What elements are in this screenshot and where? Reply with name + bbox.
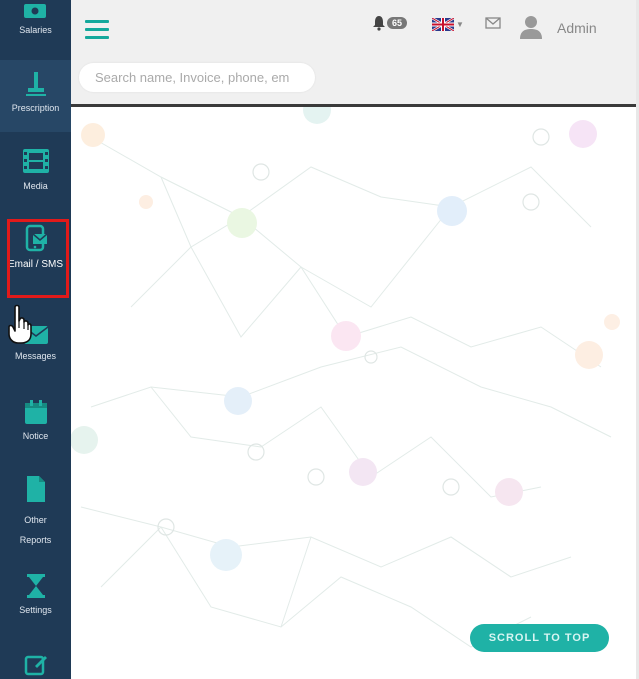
network-background <box>71 107 620 648</box>
notification-count-badge: 65 <box>387 17 408 29</box>
sidebar-item-settings[interactable]: Settings <box>0 570 71 630</box>
sidebar-item-label: Other Reports <box>19 515 52 545</box>
sidebar-item-label: Messages <box>14 351 57 361</box>
scroll-to-top-button[interactable]: SCROLL TO TOP <box>470 624 609 652</box>
sidebar-item-label: Prescription <box>11 103 60 113</box>
sidebar-item-edit[interactable] <box>0 648 71 679</box>
sidebar-item-label: Salaries <box>19 25 52 35</box>
bell-icon <box>373 16 385 31</box>
settings-icon <box>26 574 45 598</box>
prescription-icon <box>25 72 46 96</box>
admin-name[interactable]: Admin <box>557 20 597 36</box>
sidebar-item-media[interactable]: Media <box>0 140 71 200</box>
notification-bell[interactable]: 65 <box>372 14 408 32</box>
sidebar-item-salaries[interactable]: Salaries <box>0 0 71 56</box>
sidebar-item-label: Notice <box>22 431 49 441</box>
other-reports-icon <box>26 476 45 502</box>
user-avatar-icon[interactable] <box>519 14 543 40</box>
main-content: SCROLL TO TOP <box>71 107 636 679</box>
sidebar-item-prescription[interactable]: Prescription <box>0 60 71 132</box>
uk-flag-icon <box>432 18 454 31</box>
search-input[interactable] <box>79 63 315 92</box>
salaries-icon <box>23 4 46 18</box>
pointer-hand-icon <box>8 304 32 344</box>
sidebar-item-notice[interactable]: Notice <box>0 396 71 452</box>
media-icon <box>22 149 49 173</box>
notice-icon <box>24 400 47 424</box>
mail-icon[interactable] <box>485 17 501 29</box>
highlight-box <box>7 219 69 298</box>
sidebar-item-label: Settings <box>19 605 52 615</box>
sidebar-item-label: Media <box>23 181 48 191</box>
top-header: 65 ▼ Admin <box>71 0 636 107</box>
edit-icon <box>24 655 47 676</box>
language-selector[interactable]: ▼ <box>432 18 464 31</box>
sidebar-item-other-reports[interactable]: Other Reports <box>0 472 71 552</box>
chevron-down-icon: ▼ <box>456 20 464 29</box>
hamburger-menu-icon[interactable] <box>85 20 109 40</box>
